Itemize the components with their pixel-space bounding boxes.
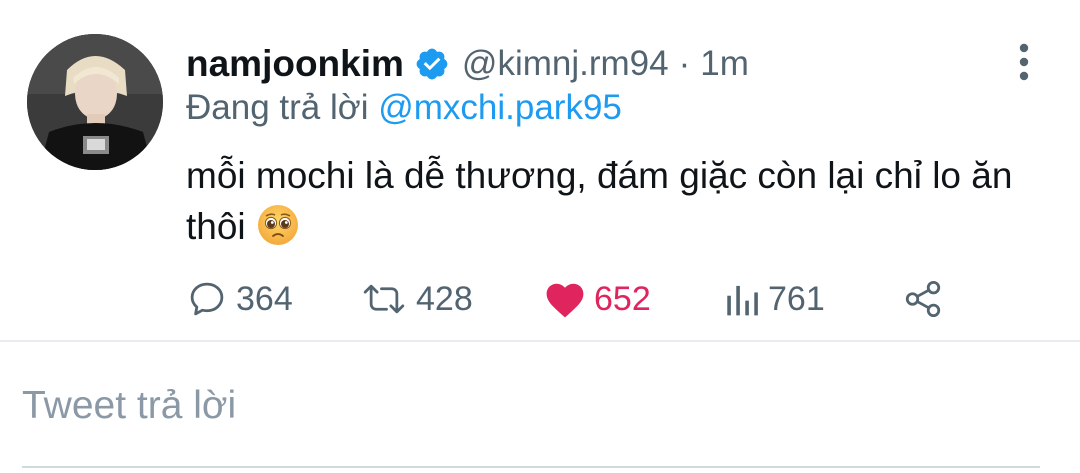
like-button[interactable]: 652 [544,276,651,322]
tweet-text: mỗi mochi là dễ thương, đám giặc còn lại… [186,150,1046,252]
views-button[interactable]: 761 [724,276,825,322]
author-handle[interactable]: @kimnj.rm94 [462,44,669,84]
author-name[interactable]: namjoonkim [186,43,404,85]
reply-button[interactable]: 364 [186,276,293,322]
retweet-count: 428 [416,279,473,318]
like-count: 652 [594,279,651,318]
retweet-button[interactable]: 428 [360,276,473,322]
replying-to-line: Đang trả lời @mxchi.park95 [186,88,622,128]
avatar-photo [27,34,163,170]
more-options-button[interactable] [1008,40,1040,84]
reply-input[interactable] [22,378,1022,434]
verified-badge-icon [416,48,448,80]
tweet-body: mỗi mochi là dễ thương, đám giặc còn lại… [186,155,1013,247]
tweet-header: namjoonkim @kimnj.rm94 · 1m [186,38,749,90]
tweet-time[interactable]: 1m [700,44,749,84]
pleading-face-emoji-icon [257,205,298,245]
views-chart-icon [727,285,758,316]
tweet-actions: 364 428 652 761 [186,276,986,322]
replying-to-mention[interactable]: @mxchi.park95 [378,88,622,127]
more-vertical-icon [1019,43,1029,81]
retweet-icon [363,284,405,314]
time-separator: · [678,44,691,83]
share-button[interactable] [902,276,944,322]
views-count: 761 [768,279,825,318]
share-icon [905,280,941,318]
heart-icon [546,283,584,318]
comment-icon [190,282,224,316]
author-avatar[interactable] [27,34,163,170]
divider [0,340,1080,342]
reply-input-underline [22,466,1040,468]
reply-count: 364 [236,279,293,318]
replying-prefix: Đang trả lời [186,88,369,127]
